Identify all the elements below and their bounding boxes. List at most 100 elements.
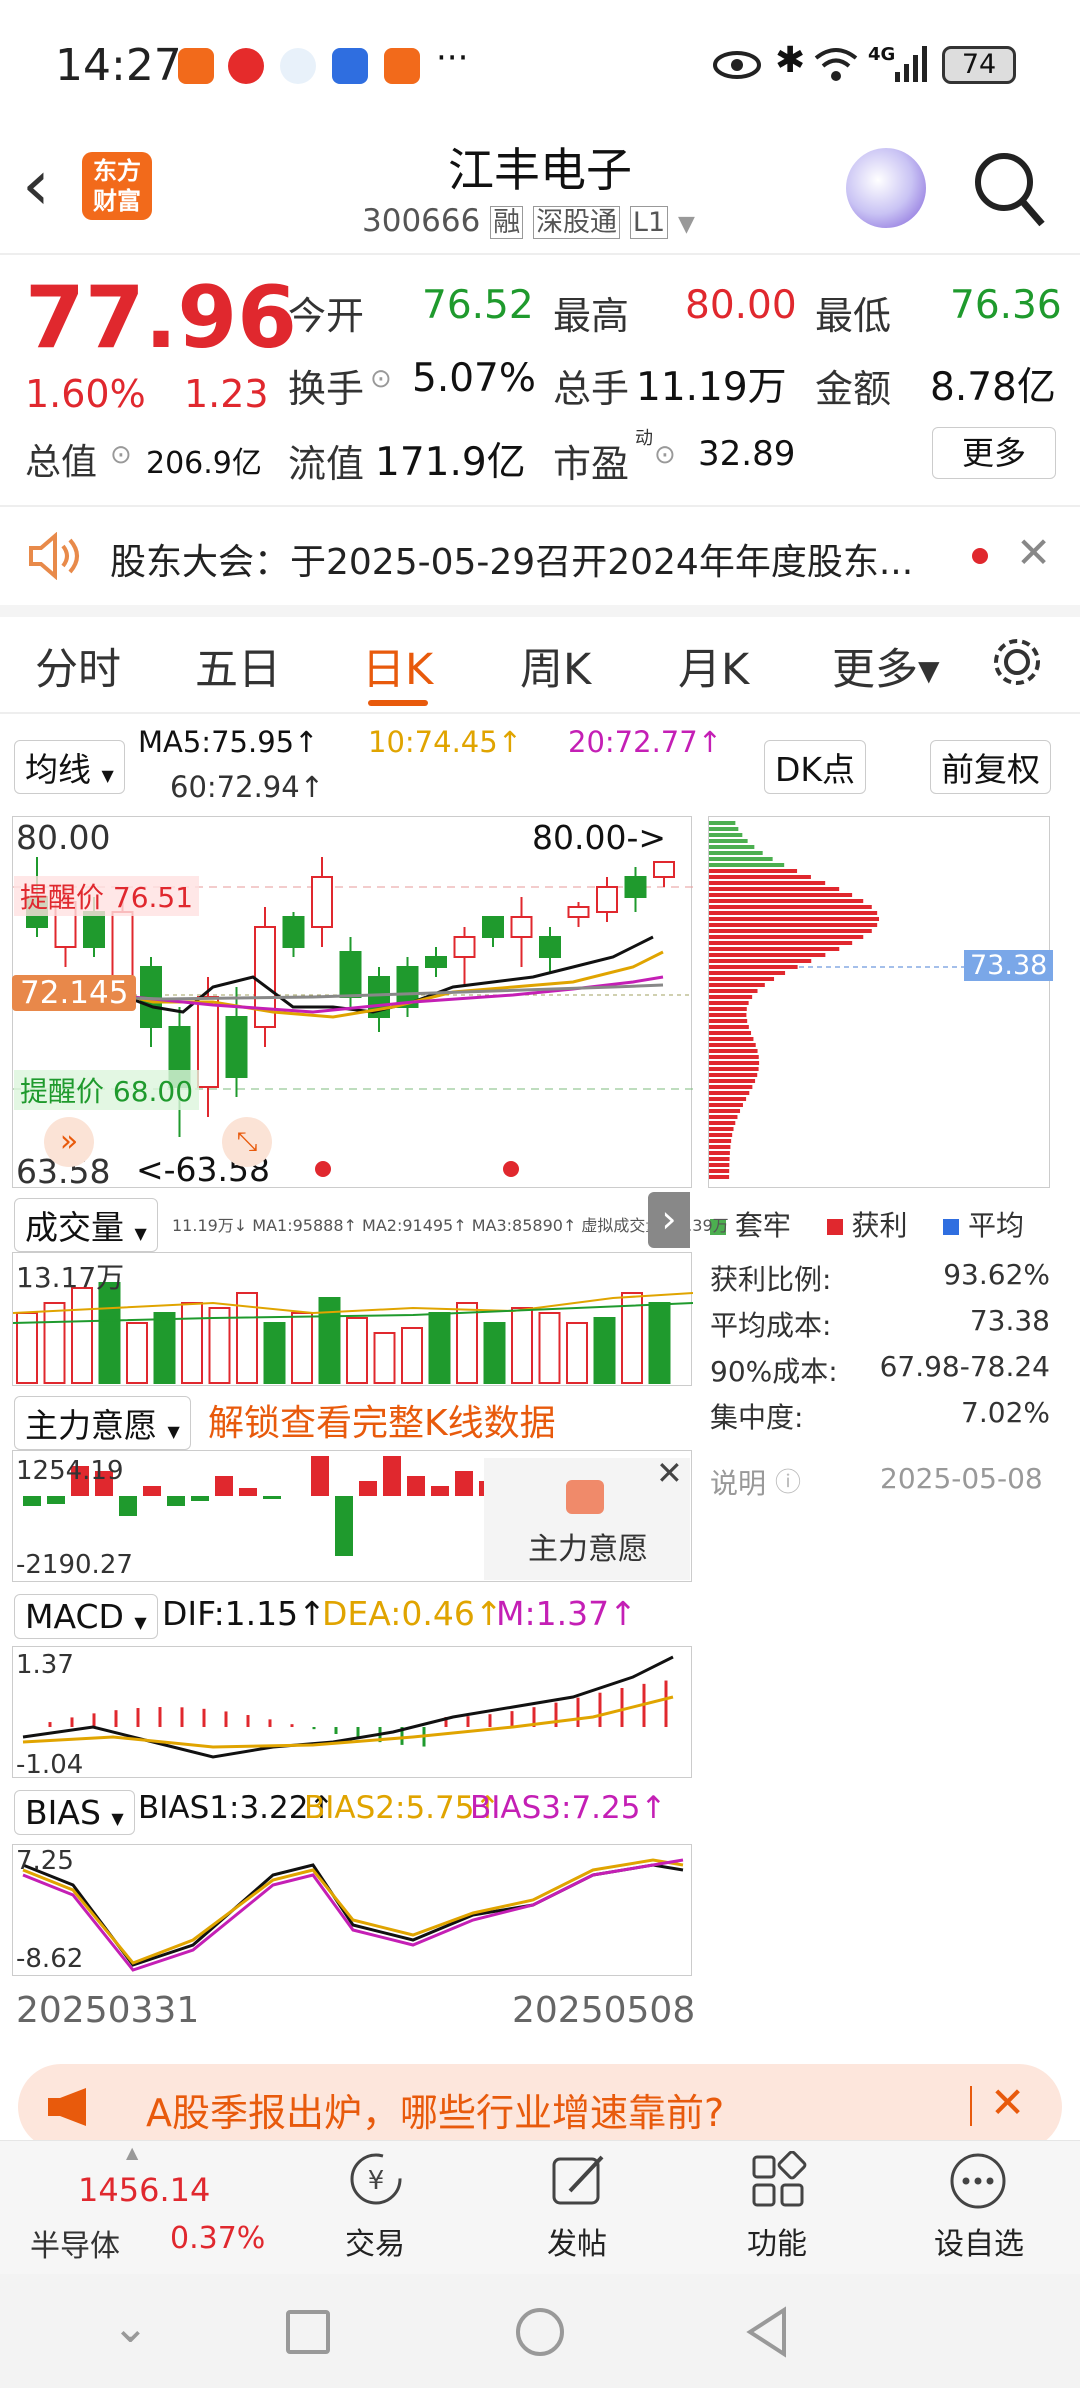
chip-bar bbox=[709, 965, 798, 969]
back-button[interactable]: ‹ bbox=[22, 144, 50, 226]
chip-bar bbox=[709, 989, 758, 993]
macd-axis-bottom: -1.04 bbox=[16, 1750, 84, 1780]
bias-dropdown[interactable]: BIAS ▼ bbox=[14, 1790, 135, 1835]
chip-bar bbox=[709, 887, 840, 891]
chip-distribution-chart bbox=[708, 816, 1051, 1188]
mcap-label: 总值 bbox=[25, 442, 98, 483]
info-icon[interactable]: ⓘ bbox=[775, 1462, 801, 1499]
settings-gear-icon[interactable] bbox=[990, 635, 1044, 689]
chip-bar bbox=[709, 899, 864, 903]
chip-bar bbox=[709, 1019, 748, 1023]
bias-chart bbox=[12, 1844, 692, 1976]
tab-daily-k[interactable]: 日K bbox=[362, 635, 433, 697]
tab-monthly-k[interactable]: 月K bbox=[678, 635, 749, 697]
app-notification-icon bbox=[280, 48, 316, 84]
tab-intraday[interactable]: 分时 bbox=[35, 635, 121, 697]
main-force-dropdown[interactable]: 主力意愿 ▼ bbox=[14, 1396, 191, 1450]
chip-bar bbox=[709, 869, 798, 873]
alert-price-upper[interactable]: 提醒价 76.51 bbox=[14, 876, 200, 916]
alert-price-lower[interactable]: 提醒价 68.00 bbox=[14, 1070, 200, 1110]
main-force-popup[interactable]: ✕ 主力意愿 bbox=[484, 1454, 690, 1580]
index-value[interactable]: 1456.14 bbox=[78, 2171, 210, 2209]
expand-arrows-icon[interactable]: » bbox=[44, 1117, 94, 1167]
index-name[interactable]: 半导体 bbox=[30, 2221, 120, 2265]
chip-bar bbox=[709, 1103, 743, 1107]
chip-bar bbox=[709, 1145, 731, 1149]
turnover-label: 换手 bbox=[288, 367, 365, 411]
main-force-bar bbox=[455, 1471, 473, 1496]
tab-more[interactable]: 更多▾ bbox=[832, 635, 940, 697]
indicator-dropdown[interactable]: 均线 ▼ bbox=[14, 740, 125, 794]
chip-bar bbox=[709, 1139, 732, 1143]
chip-bar bbox=[709, 1091, 750, 1095]
chip-date: 2025-05-08 bbox=[880, 1462, 1043, 1495]
nav-collapse-icon[interactable]: ⌄ bbox=[112, 2302, 149, 2353]
adjust-dropdown[interactable]: 前复权 bbox=[930, 740, 1051, 794]
stock-code: 300666 bbox=[362, 203, 481, 239]
info-icon[interactable]: ⊙ bbox=[110, 440, 132, 470]
nav-functions[interactable]: 功能 bbox=[702, 2219, 852, 2263]
volume-dropdown[interactable]: 成交量 ▼ bbox=[14, 1198, 158, 1252]
chip-stat-row: 平均成本: 73.38 bbox=[710, 1304, 1050, 1350]
tab-5day[interactable]: 五日 bbox=[195, 635, 281, 697]
float-value: 171.9亿 bbox=[375, 440, 526, 485]
macd-dropdown[interactable]: MACD ▼ bbox=[14, 1594, 158, 1639]
dk-point-button[interactable]: DK点 bbox=[764, 740, 867, 794]
candle-body bbox=[111, 911, 134, 978]
promo-banner[interactable]: A股季报出炉，哪些行业增速靠前? ✕ bbox=[18, 2064, 1062, 2150]
nav-post[interactable]: 发帖 bbox=[502, 2219, 652, 2263]
trade-yen-icon: ¥ bbox=[350, 2153, 402, 2205]
pe-label: 市盈 bbox=[553, 442, 630, 486]
notice-text[interactable]: 股东大会：于2025-05-29召开2024年年度股东... bbox=[110, 533, 913, 585]
main-force-bar bbox=[431, 1486, 449, 1496]
main-force-label: 主力意愿 bbox=[25, 1406, 157, 1445]
chip-stat-label: 平均成本: bbox=[710, 1309, 832, 1342]
chip-stat-label: 获利比例: bbox=[710, 1263, 832, 1296]
info-icon[interactable]: ⊙ bbox=[370, 364, 392, 394]
macd-dea: DEA:0.46↑ bbox=[322, 1594, 503, 1633]
signal-icon bbox=[895, 46, 927, 82]
price-value: 77.96 bbox=[25, 268, 298, 368]
bottom-nav: ▲ 1456.14 半导体 0.37% ¥ 交易 发帖 功能 设自选 bbox=[0, 2140, 1080, 2274]
close-icon[interactable]: ✕ bbox=[656, 1454, 683, 1492]
chevron-down-icon[interactable]: ▼ bbox=[678, 212, 695, 237]
bias3: BIAS3:7.25↑ bbox=[470, 1790, 667, 1826]
speaker-icon bbox=[29, 532, 79, 580]
nav-add-watchlist[interactable]: 设自选 bbox=[904, 2219, 1054, 2263]
chip-bar bbox=[709, 1079, 756, 1083]
chip-bar bbox=[709, 1055, 759, 1059]
status-bar: 14:27 ··· ✱ 4G 74 bbox=[0, 0, 1080, 130]
bluetooth-icon: ✱ bbox=[775, 40, 806, 81]
legend-label: 套牢 bbox=[734, 1209, 791, 1242]
volume-bar bbox=[511, 1307, 533, 1384]
tab-weekly-k[interactable]: 周K bbox=[520, 635, 591, 697]
more-button[interactable]: 更多 bbox=[932, 427, 1056, 479]
candle-body bbox=[482, 916, 504, 938]
info-icon[interactable]: ⊙ bbox=[654, 440, 676, 470]
unlock-link[interactable]: 解锁查看完整K线数据 bbox=[208, 1394, 556, 1446]
nav-trade[interactable]: 交易 bbox=[300, 2219, 450, 2263]
search-icon[interactable] bbox=[972, 150, 1046, 230]
robot-assistant-icon[interactable] bbox=[846, 148, 926, 228]
indicator-label: 均线 bbox=[25, 750, 91, 789]
expand-panel-button[interactable]: › bbox=[648, 1192, 690, 1248]
candle-body bbox=[83, 911, 105, 948]
chip-note[interactable]: 说明 bbox=[710, 1462, 766, 1502]
candle-body bbox=[339, 951, 362, 998]
recent-apps-icon[interactable] bbox=[286, 2310, 330, 2354]
close-icon[interactable]: ✕ bbox=[990, 2078, 1025, 2127]
fullscreen-icon[interactable]: ⤡ bbox=[222, 1117, 272, 1167]
close-icon[interactable]: ✕ bbox=[1016, 528, 1051, 577]
app-logo[interactable]: 东方 财富 bbox=[82, 152, 152, 220]
candle-body bbox=[596, 886, 618, 913]
back-nav-icon[interactable] bbox=[744, 2306, 790, 2358]
volume-bar bbox=[373, 1332, 396, 1384]
functions-grid-icon bbox=[752, 2151, 807, 2207]
home-icon[interactable] bbox=[516, 2308, 564, 2356]
date-start: 20250331 bbox=[16, 1990, 200, 2031]
chip-bar bbox=[709, 1097, 747, 1101]
chip-bar bbox=[709, 845, 755, 849]
volume-bar bbox=[456, 1302, 478, 1384]
chip-bar bbox=[709, 1163, 730, 1167]
volume-bar bbox=[346, 1317, 368, 1384]
